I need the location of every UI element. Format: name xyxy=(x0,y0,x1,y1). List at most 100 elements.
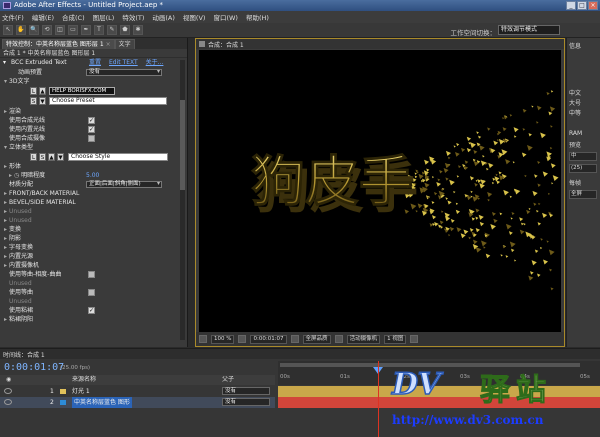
layer-color-swatch[interactable] xyxy=(60,400,66,405)
minimize-button[interactable]: _ xyxy=(566,1,576,10)
parent-select[interactable]: 没有 xyxy=(222,398,270,406)
edit-text-link[interactable]: Edit TEXT xyxy=(109,58,138,68)
about-link[interactable]: 关于... xyxy=(146,58,164,68)
layer-duration-bar[interactable] xyxy=(278,386,600,397)
effect-panel-scrollbar[interactable] xyxy=(180,60,185,340)
current-time[interactable]: 0:00:01:07 xyxy=(4,362,64,373)
snapshot-icon[interactable] xyxy=(290,335,299,343)
transform-row[interactable]: ▸ 变换 xyxy=(0,225,187,234)
menu-layer[interactable]: 图层(L) xyxy=(93,12,115,22)
option-checkbox[interactable]: ✓ xyxy=(88,307,95,314)
internal-camera-row[interactable]: ▸ 内置摄像机 xyxy=(0,261,187,270)
menu-composition[interactable]: 合成(C) xyxy=(62,12,85,22)
selection-tool-icon[interactable]: ↖ xyxy=(3,25,13,35)
l-button[interactable]: L xyxy=(30,153,37,161)
work-area-bar[interactable] xyxy=(280,363,580,367)
frame-rate-box[interactable]: (25) xyxy=(569,164,597,173)
grid-icon[interactable] xyxy=(199,335,207,343)
front-back-material-row[interactable]: ▸ FRONT/BACK MATERIAL xyxy=(0,189,187,198)
up-arrow-icon[interactable]: ▲ xyxy=(48,153,55,161)
hand-tool-icon[interactable]: ✋ xyxy=(16,25,26,35)
info-tab[interactable]: 信息 xyxy=(569,41,581,50)
down-arrow-icon[interactable]: ▼ xyxy=(57,153,64,161)
choose-preset-input[interactable]: Choose Preset xyxy=(49,97,167,105)
tab-effect-controls[interactable]: 特效控制：中英名称层蓝色 图形层 1 × xyxy=(2,39,115,49)
preview-quality-box[interactable]: 中 xyxy=(569,152,597,161)
particle-shard xyxy=(531,105,534,108)
safe-area-icon[interactable] xyxy=(238,335,247,343)
shape-row[interactable]: ▸ 形体 xyxy=(0,162,187,171)
s-button[interactable]: S xyxy=(39,153,46,161)
toggle-icon[interactable] xyxy=(410,335,419,343)
shadow-row[interactable]: ▸ 阴影 xyxy=(0,234,187,243)
maximize-button[interactable]: □ xyxy=(577,1,587,10)
layer-color-swatch[interactable] xyxy=(60,389,66,394)
rectangle-tool-icon[interactable]: ▭ xyxy=(68,25,78,35)
playhead-line[interactable] xyxy=(378,361,379,437)
tab-text[interactable]: 文字 xyxy=(114,39,135,49)
pen-tool-icon[interactable]: ✒ xyxy=(81,25,91,35)
render-row[interactable]: ▸ 渲染 xyxy=(0,107,187,116)
material-select[interactable]: 正面|后面|斜角|侧面) xyxy=(86,181,162,188)
bevel-side-material-row[interactable]: ▸ BEVEL/SIDE MATERIAL xyxy=(0,198,187,207)
section-3d-text[interactable]: ▾ 3D文字 xyxy=(0,77,187,86)
parent-select[interactable]: 没有 xyxy=(222,387,270,395)
menu-view[interactable]: 视图(V) xyxy=(183,12,206,22)
help-link-box[interactable]: HELP BORISFX.COM xyxy=(49,87,115,95)
menu-file[interactable]: 文件(F) xyxy=(2,12,24,22)
views-select[interactable]: 1 视图 xyxy=(384,334,407,344)
layer-name[interactable]: 中英名称层蓝色 图形 xyxy=(72,397,132,408)
workspace-select[interactable]: 特效调节模式 xyxy=(498,25,560,35)
eye-icon[interactable] xyxy=(4,399,12,405)
tab-composition[interactable]: 合成：合成 1 xyxy=(208,40,244,49)
brush-tool-icon[interactable]: ✎ xyxy=(107,25,117,35)
tab-timeline[interactable]: 时间线：合成 1 xyxy=(3,350,45,359)
reset-link[interactable]: 重置 xyxy=(89,58,101,68)
up-arrow-icon[interactable]: ▲ xyxy=(39,87,46,95)
bottom-section-row[interactable]: ▸ 粘裙阴阳 xyxy=(0,315,187,324)
l-button[interactable]: L xyxy=(30,87,37,95)
menu-window[interactable]: 窗口(W) xyxy=(213,12,238,22)
puppet-tool-icon[interactable]: ✱ xyxy=(133,25,143,35)
menu-help[interactable]: 帮助(H) xyxy=(246,12,269,22)
text-tool-icon[interactable]: T xyxy=(94,25,104,35)
rotation-value[interactable]: 5.00 xyxy=(86,171,99,180)
option-checkbox[interactable] xyxy=(88,271,95,278)
zoom-select[interactable]: 100 % xyxy=(211,334,235,344)
internal-lights-row[interactable]: ▸ 内置光源 xyxy=(0,252,187,261)
timeline-layer-row[interactable]: 1 灯光 1 没有 xyxy=(0,386,275,397)
source-name-header[interactable]: 来源名称 xyxy=(72,375,96,385)
timecode-display[interactable]: 0:00:01:07 xyxy=(250,334,287,344)
camera-tool-icon[interactable]: ◫ xyxy=(55,25,65,35)
close-icon[interactable]: × xyxy=(106,41,111,48)
character-transform-row[interactable]: ▸ 字母变换 xyxy=(0,243,187,252)
zoom-tool-icon[interactable]: 🔍 xyxy=(29,25,39,35)
parent-header[interactable]: 父子 xyxy=(222,375,234,385)
rotate-tool-icon[interactable]: ⟲ xyxy=(42,25,52,35)
resolution-box[interactable]: 全屏 xyxy=(569,190,597,199)
menu-effect[interactable]: 特效(T) xyxy=(122,12,144,22)
region-icon[interactable] xyxy=(334,335,343,343)
section-style[interactable]: ▾ 立体类型 xyxy=(0,143,187,152)
layer-name[interactable]: 灯光 1 xyxy=(72,386,90,397)
fx-toggle-icon[interactable]: ▾ xyxy=(3,58,11,68)
option-checkbox[interactable] xyxy=(88,289,95,296)
timeline-layer-row[interactable]: 2 中英名称层蓝色 图形 没有 xyxy=(0,397,275,408)
stamp-tool-icon[interactable]: ⬟ xyxy=(120,25,130,35)
use-internal-lights-checkbox[interactable]: ✓ xyxy=(88,126,95,133)
use-comp-camera-checkbox[interactable] xyxy=(88,135,95,142)
choose-style-input[interactable]: Choose Style xyxy=(68,153,168,161)
scrollbar-thumb[interactable] xyxy=(180,100,185,190)
s-button[interactable]: S xyxy=(30,97,37,105)
close-button[interactable]: × xyxy=(588,1,598,10)
menu-edit[interactable]: 编辑(E) xyxy=(32,12,54,22)
composition-stage[interactable]: 狗皮手 狗皮手 xyxy=(199,50,561,332)
eye-icon[interactable] xyxy=(4,388,12,394)
use-comp-lights-checkbox[interactable]: ✓ xyxy=(88,117,95,124)
down-arrow-icon[interactable]: ▼ xyxy=(39,97,46,105)
menu-animation[interactable]: 动画(A) xyxy=(152,12,175,22)
resolution-select[interactable]: 全屏品质 xyxy=(302,334,331,344)
animation-preset-select[interactable]: 没有 xyxy=(86,69,162,76)
camera-select[interactable]: 活动摄像机 xyxy=(346,334,381,344)
layer-duration-bar[interactable] xyxy=(278,397,600,408)
